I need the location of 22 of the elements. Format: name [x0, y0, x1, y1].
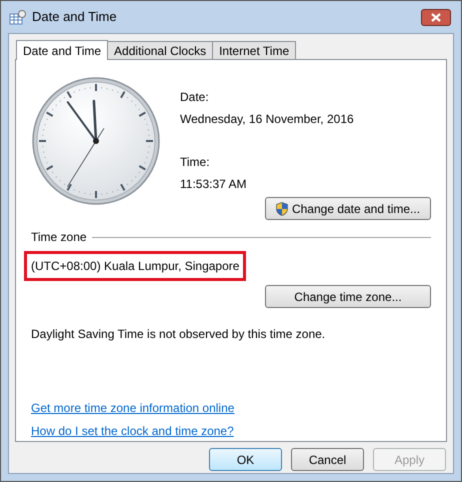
time-value: 11:53:37 AM — [180, 176, 248, 193]
date-value: Wednesday, 16 November, 2016 — [180, 111, 355, 128]
calendar-clock-icon — [9, 10, 26, 24]
dst-note: Daylight Saving Time is not observed by this time zone. — [31, 326, 326, 343]
time-label: Time: — [180, 154, 211, 171]
shield-icon — [276, 202, 288, 216]
help-link[interactable]: How do I set the clock and time zone? — [31, 422, 234, 440]
tab[interactable]: Internet Time — [212, 41, 296, 59]
help-link[interactable]: Get more time zone information online — [31, 399, 234, 417]
tab[interactable]: Date and Time — [16, 40, 108, 60]
section-heading: Time zone — [31, 229, 87, 246]
tab[interactable]: Additional Clocks — [107, 41, 214, 59]
clock-icon — [31, 76, 161, 206]
dialog-button[interactable]: OK — [209, 448, 282, 471]
time-zone-value: (UTC+08:00) Kuala Lumpur, Singapore — [24, 251, 246, 281]
dialog-button[interactable]: Cancel — [291, 448, 364, 471]
close-icon — [431, 12, 441, 22]
change-date-button[interactable]: Change date and time... — [265, 197, 431, 220]
change-zone-button[interactable]: Change time zone... — [265, 285, 431, 308]
window-title: Date and Time — [32, 8, 118, 26]
date-label: Date: — [180, 89, 210, 106]
close-button[interactable] — [421, 8, 451, 26]
